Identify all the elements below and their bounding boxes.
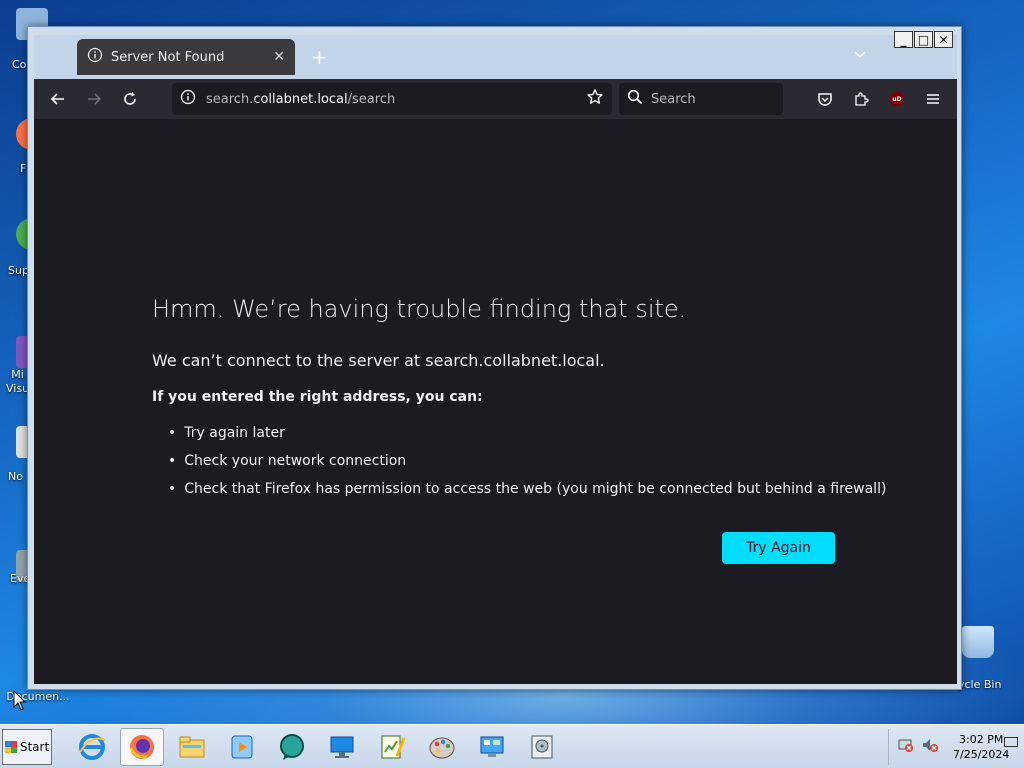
maximize-button[interactable]: □ (914, 31, 933, 48)
list-item: Check your network connection (168, 451, 886, 479)
media-player-icon (231, 735, 253, 758)
tab-close-icon[interactable]: ✕ (273, 49, 285, 65)
taskbar-paint[interactable] (420, 728, 464, 766)
info-icon (87, 47, 103, 67)
taskbar-remote-desktop[interactable] (320, 728, 364, 766)
suggestion-list: Try again later Check your network conne… (168, 423, 886, 507)
clock-date: 7/25/2024 (953, 748, 1010, 761)
browser-window: Server Not Found ✕ + _ □ ✕ search.collab… (27, 26, 962, 690)
monitor-icon (330, 736, 354, 758)
toolbar-right-buttons: uD (807, 81, 951, 117)
chat-bubble-icon (280, 733, 304, 760)
puzzle-icon (855, 92, 869, 106)
error-subtitle: We can’t connect to the server at search… (152, 351, 605, 370)
minimize-button[interactable]: _ (894, 31, 913, 48)
back-button[interactable] (40, 81, 76, 117)
forward-button[interactable] (76, 81, 112, 117)
list-all-tabs-icon[interactable] (853, 47, 867, 63)
taskbar-file-explorer[interactable] (170, 728, 214, 766)
search-bar[interactable]: Search (619, 83, 783, 115)
search-icon (627, 89, 643, 109)
url-bar[interactable]: search.collabnet.local/search (172, 83, 612, 115)
url-prefix: search. (206, 91, 254, 107)
list-item: Try again later (168, 423, 886, 451)
volume-muted-icon[interactable] (921, 736, 939, 758)
internet-explorer-icon (79, 733, 106, 760)
network-warning-icon[interactable] (897, 736, 915, 758)
new-tab-button[interactable]: + (311, 45, 328, 69)
url-text[interactable]: search.collabnet.local/search (206, 92, 586, 107)
taskbar: Start 3:02 PM 7/25/2024 (0, 724, 1024, 768)
pocket-button[interactable] (807, 81, 843, 117)
taskbar-internet-explorer[interactable] (70, 728, 114, 766)
ublock-origin-button[interactable]: uD (879, 81, 915, 117)
folder-icon (179, 736, 205, 757)
clock-time: 3:02 PM (959, 733, 1004, 746)
reload-button[interactable] (112, 81, 148, 117)
hamburger-menu-icon (927, 94, 939, 104)
extensions-button[interactable] (843, 81, 879, 117)
window-controls: _ □ ✕ (894, 31, 953, 48)
control-panel-icon (480, 736, 504, 757)
notepad-chart-icon (381, 735, 406, 758)
windows-flag-icon (4, 740, 17, 753)
taskbar-disk-utility[interactable] (520, 728, 564, 766)
firefox-icon (129, 734, 154, 759)
tab-server-not-found[interactable]: Server Not Found ✕ (77, 39, 295, 75)
desktop-icon-recycle-bin[interactable]: ycle Bin (954, 626, 1024, 691)
app-menu-button[interactable] (915, 81, 951, 117)
taskbar-firefox[interactable] (120, 727, 164, 766)
paint-palette-icon (429, 737, 455, 758)
tab-strip: Server Not Found ✕ + (34, 35, 957, 79)
clock[interactable]: 3:02 PM 7/25/2024 (953, 732, 1009, 762)
error-page: Hmm. We’re having trouble finding that s… (34, 119, 957, 684)
tab-title: Server Not Found (111, 49, 225, 65)
pocket-icon (818, 93, 832, 106)
forward-arrow-icon (88, 93, 102, 105)
error-title: Hmm. We’re having trouble finding that s… (152, 295, 687, 323)
disk-drive-icon (531, 735, 553, 758)
ublock-origin-icon: uD (890, 92, 904, 106)
taskbar-chat-app[interactable] (270, 728, 314, 766)
taskbar-media-player[interactable] (220, 728, 264, 766)
list-item: Check that Firefox has permission to acc… (168, 479, 886, 507)
url-host: collabnet.local (253, 91, 348, 107)
error-lead-text: If you entered the right address, you ca… (152, 389, 483, 405)
taskbar-notepad-chart[interactable] (370, 728, 414, 766)
url-path: /search (347, 91, 396, 107)
search-placeholder: Search (651, 91, 696, 107)
bookmark-star-icon[interactable] (586, 88, 604, 110)
start-label: Start (19, 739, 50, 754)
nav-toolbar: search.collabnet.local/search Search uD (34, 79, 957, 119)
system-tray: 3:02 PM 7/25/2024 (888, 729, 1024, 765)
try-again-button[interactable]: Try Again (722, 532, 835, 564)
site-info-icon[interactable] (180, 89, 196, 109)
mouse-cursor-icon (13, 689, 27, 716)
show-desktop-button[interactable] (1004, 737, 1018, 747)
start-button[interactable]: Start (2, 728, 52, 765)
taskbar-control-panel[interactable] (470, 728, 514, 766)
close-window-button[interactable]: ✕ (934, 31, 953, 48)
back-arrow-icon (50, 93, 64, 105)
recycle-bin-icon (962, 626, 994, 658)
reload-icon (124, 92, 136, 105)
